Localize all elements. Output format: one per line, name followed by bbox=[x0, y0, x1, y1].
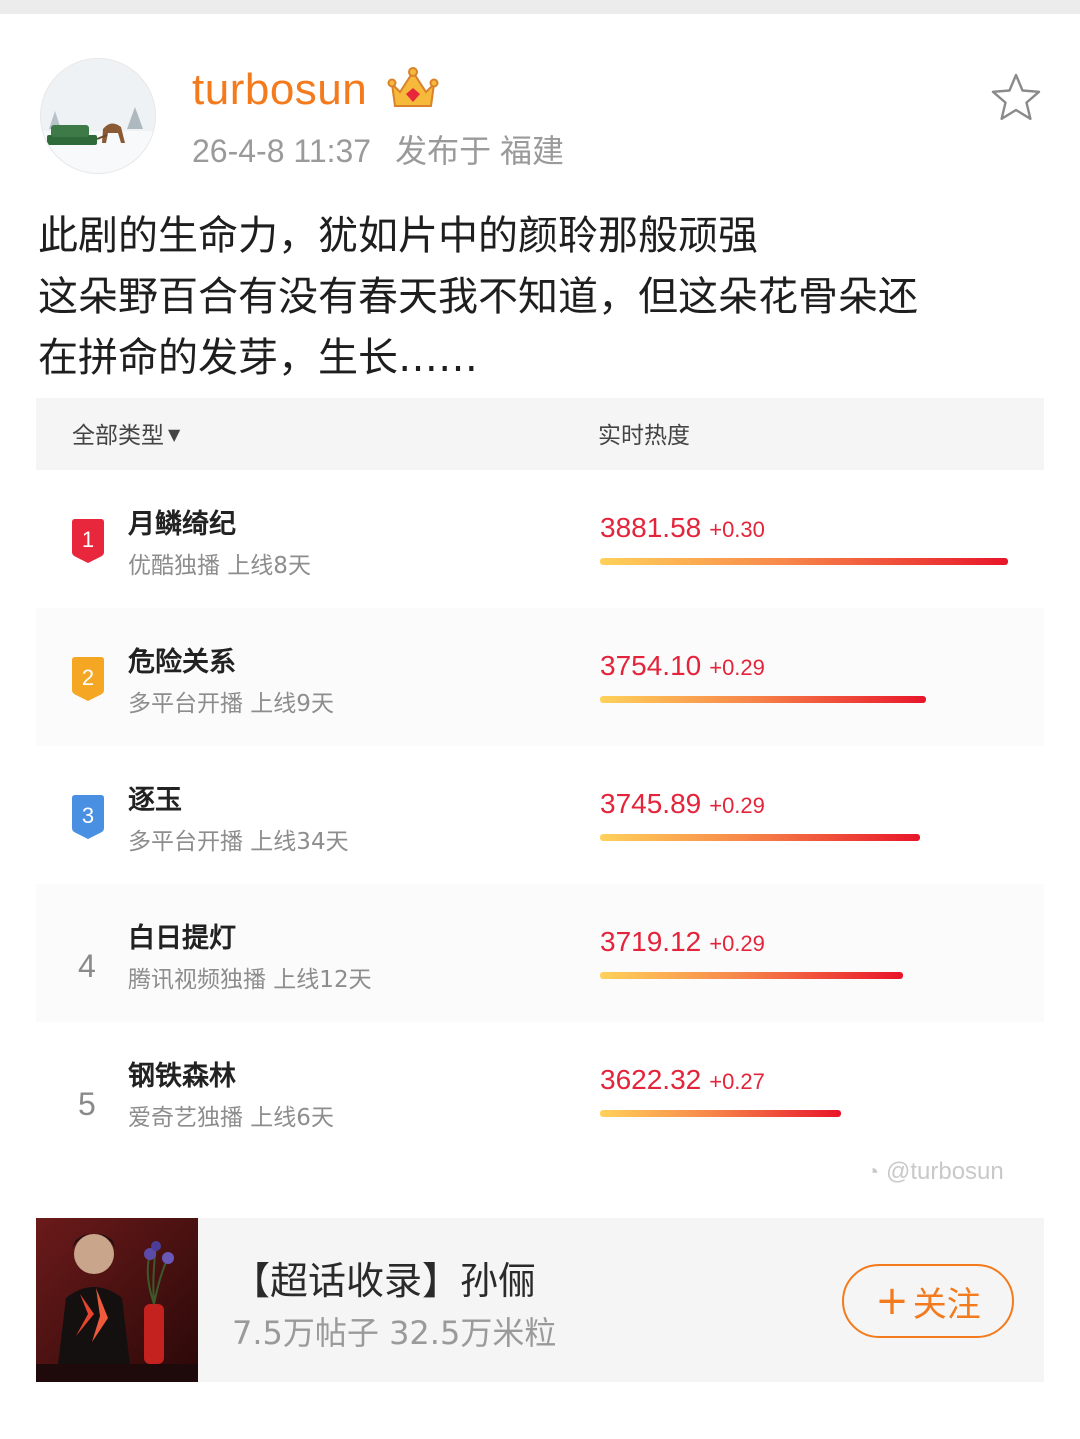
heat-delta: +0.29 bbox=[709, 655, 765, 680]
caret-down-icon: ▼ bbox=[168, 425, 181, 444]
watermark-text: @turbosun bbox=[885, 1158, 1004, 1185]
rank-badge-number: 3 bbox=[82, 803, 94, 828]
ranking-row[interactable]: 3 逐玉 多平台开播 上线34天 3745.89 +0.29 bbox=[36, 746, 1044, 884]
rank-badge-number: 1 bbox=[82, 527, 94, 552]
post-location: 发布于 福建 bbox=[395, 133, 564, 169]
post-line: 此剧的生命力，犹如片中的颜聆那般顽强 bbox=[38, 213, 758, 259]
heat-score: 3745.89 +0.29 bbox=[600, 788, 765, 820]
heat-score: 3719.12 +0.29 bbox=[600, 926, 765, 958]
post-line: 这朵野百合有没有春天我不知道，但这朵花骨朵还 bbox=[38, 274, 918, 320]
rank-number: 4 bbox=[78, 948, 96, 984]
heat-bar bbox=[600, 696, 926, 703]
drama-title: 逐玉 bbox=[128, 785, 182, 816]
heat-delta: +0.27 bbox=[709, 1069, 765, 1094]
watermark: ◔ @turbosun bbox=[866, 1158, 1004, 1186]
heat-delta: +0.30 bbox=[709, 517, 765, 542]
heat-value: 3754.10 bbox=[600, 650, 702, 681]
heat-score: 3622.32 +0.27 bbox=[600, 1064, 765, 1096]
ranking-row[interactable]: 2 危险关系 多平台开播 上线9天 3754.10 +0.29 bbox=[36, 608, 1044, 746]
heat-value: 3719.12 bbox=[600, 926, 702, 957]
avatar-image bbox=[41, 59, 155, 173]
heat-value: 3881.58 bbox=[600, 512, 702, 543]
type-filter-label: 全部类型 bbox=[72, 423, 164, 449]
rank-badge-icon: 1 bbox=[72, 519, 104, 563]
topic-thumbnail-image bbox=[36, 1218, 198, 1382]
post-body: 此剧的生命力，犹如片中的颜聆那般顽强 这朵野百合有没有春天我不知道，但这朵花骨朵… bbox=[38, 206, 1058, 389]
post-meta: 26-4-8 11:37 发布于 福建 bbox=[192, 130, 564, 172]
ranking-row[interactable]: 1 月鳞绮纪 优酷独播 上线8天 3881.58 +0.30 bbox=[36, 470, 1044, 608]
drama-info: 多平台开播 上线9天 bbox=[128, 691, 334, 717]
drama-info: 多平台开播 上线34天 bbox=[128, 829, 349, 855]
ranking-row[interactable]: 5 钢铁森林 爱奇艺独播 上线6天 3622.32 +0.27 bbox=[36, 1022, 1044, 1160]
drama-info: 爱奇艺独播 上线6天 bbox=[128, 1105, 334, 1131]
username[interactable]: turbosun bbox=[192, 62, 367, 118]
drama-title: 危险关系 bbox=[128, 647, 236, 678]
rank-number: 5 bbox=[78, 1086, 96, 1122]
post-timestamp: 26-4-8 11:37 bbox=[192, 133, 372, 169]
drama-title: 月鳞绮纪 bbox=[128, 509, 236, 540]
heat-score: 3754.10 +0.29 bbox=[600, 650, 765, 682]
super-topic-card[interactable]: 【超话收录】孙俪 7.5万帖子 32.5万米粒 + 关注 bbox=[36, 1218, 1044, 1382]
weibo-logo-icon: ◔ bbox=[866, 1159, 880, 1184]
drama-title: 钢铁森林 bbox=[128, 1061, 236, 1092]
heat-delta: +0.29 bbox=[709, 793, 765, 818]
heat-bar bbox=[600, 1110, 841, 1117]
follow-label: 关注 bbox=[912, 1284, 981, 1325]
heat-value: 3745.89 bbox=[600, 788, 702, 819]
ranking-row[interactable]: 4 白日提灯 腾讯视频独播 上线12天 3719.12 +0.29 bbox=[36, 884, 1044, 1022]
topic-thumbnail bbox=[36, 1218, 198, 1382]
ranking-header: 全部类型 ▼ 实时热度 bbox=[36, 398, 1044, 470]
type-filter[interactable]: 全部类型 ▼ bbox=[72, 416, 180, 450]
avatar[interactable] bbox=[40, 58, 156, 174]
heat-bar bbox=[600, 834, 920, 841]
topic-stats: 7.5万帖子 32.5万米粒 bbox=[232, 1314, 557, 1352]
ranking-card: 全部类型 ▼ 实时热度 1 月鳞绮纪 优酷独播 上线8天 3881.58 +0.30… bbox=[36, 398, 1044, 1194]
topic-title: 【超话收录】孙俪 bbox=[232, 1259, 537, 1303]
status-strip bbox=[0, 0, 1080, 14]
heat-score: 3881.58 +0.30 bbox=[600, 512, 765, 544]
drama-title: 白日提灯 bbox=[128, 923, 236, 954]
rank-badge-number: 2 bbox=[82, 665, 94, 690]
plus-icon: + bbox=[875, 1278, 909, 1324]
crown-icon bbox=[387, 67, 439, 107]
star-outline-icon[interactable] bbox=[988, 70, 1044, 126]
drama-info: 腾讯视频独播 上线12天 bbox=[128, 967, 372, 993]
rank-badge-icon: 3 bbox=[72, 795, 104, 839]
heat-bar bbox=[600, 972, 903, 979]
heat-delta: +0.29 bbox=[709, 931, 765, 956]
post-line: 在拼命的发芽，生长…… bbox=[38, 335, 478, 381]
rank-badge-icon: 2 bbox=[72, 657, 104, 701]
drama-info: 优酷独播 上线8天 bbox=[128, 553, 311, 579]
heat-bar bbox=[600, 558, 1008, 565]
heat-value: 3622.32 bbox=[600, 1064, 702, 1095]
heat-column-title: 实时热度 bbox=[598, 423, 690, 449]
follow-button[interactable]: + 关注 bbox=[842, 1264, 1014, 1338]
